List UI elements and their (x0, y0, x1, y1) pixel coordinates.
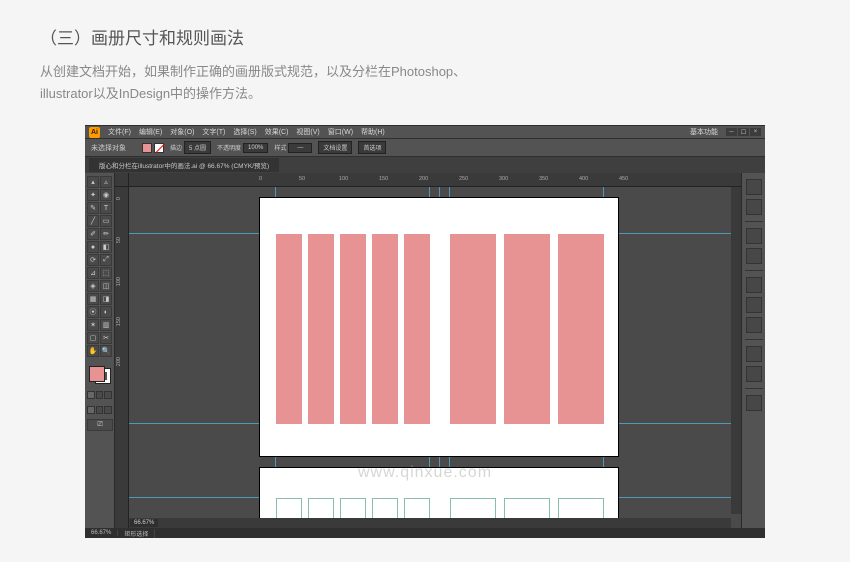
screen-mode-button[interactable]: ⎚ (87, 419, 113, 431)
perspective-tool[interactable]: ◫ (100, 280, 112, 292)
status-tool: 矩形选择 (118, 529, 155, 538)
column-shape[interactable] (404, 234, 430, 424)
width-tool[interactable]: ⊿ (87, 267, 99, 279)
menu-object[interactable]: 对象(O) (170, 127, 194, 137)
swatches-panel-icon[interactable] (746, 199, 762, 215)
color-panel-icon[interactable] (746, 179, 762, 195)
status-zoom[interactable]: 66.67% (85, 530, 118, 536)
color-mode-icon[interactable] (87, 391, 95, 399)
horizontal-scrollbar[interactable]: 66.67% (129, 518, 731, 528)
column-shape[interactable] (450, 234, 496, 424)
menu-help[interactable]: 帮助(H) (361, 127, 385, 137)
ruler-origin[interactable] (115, 173, 129, 187)
close-icon[interactable]: × (750, 128, 761, 136)
draw-inside-icon[interactable] (104, 406, 112, 414)
line-tool[interactable]: ╱ (87, 215, 99, 227)
layers-panel-icon[interactable] (746, 395, 762, 411)
watermark: www.qinxue.com (358, 464, 492, 482)
transparency-panel-icon[interactable] (746, 317, 762, 333)
hand-tool[interactable]: ✋ (87, 345, 99, 357)
menubar: Ai 文件(F) 编辑(E) 对象(O) 文字(T) 选择(S) 效果(C) 视… (85, 125, 765, 139)
pencil-tool[interactable]: ✏ (100, 228, 112, 240)
stroke-panel-icon[interactable] (746, 277, 762, 293)
zoom-level[interactable]: 66.67% (130, 519, 158, 527)
magic-wand-tool[interactable]: ✦ (87, 189, 99, 201)
brushes-panel-icon[interactable] (746, 228, 762, 244)
rectangle-tool[interactable]: ▭ (100, 215, 112, 227)
draw-normal-icon[interactable] (87, 406, 95, 414)
column-shape[interactable] (504, 234, 550, 424)
symbol-sprayer-tool[interactable]: ✶ (87, 319, 99, 331)
appearance-panel-icon[interactable] (746, 346, 762, 362)
selection-tool[interactable]: ▴ (87, 176, 99, 188)
maximize-icon[interactable]: ☐ (738, 128, 749, 136)
fill-stroke-indicator[interactable] (87, 364, 113, 386)
control-bar: 未选择对象 描边 5 点圆 不透明度 100% 样式 — 文档设置 首选项 (85, 139, 765, 157)
artboard-tool[interactable]: ▢ (87, 332, 99, 344)
status-bar: 66.67% 矩形选择 (85, 528, 765, 538)
illustrator-logo-icon: Ai (89, 127, 100, 138)
fill-color-icon[interactable] (89, 366, 105, 382)
mesh-tool[interactable]: ▦ (87, 293, 99, 305)
menu-select[interactable]: 选择(S) (233, 127, 256, 137)
section-heading: （三）画册尺寸和规则画法 (40, 24, 810, 49)
section-description: 从创建文档开始，如果制作正确的画册版式规范，以及分栏在Photoshop、 il… (40, 61, 810, 105)
vertical-scrollbar[interactable] (731, 187, 741, 514)
menu-view[interactable]: 视图(V) (296, 127, 319, 137)
column-shape[interactable] (372, 234, 398, 424)
type-tool[interactable]: T (100, 202, 112, 214)
stroke-control[interactable]: 描边 5 点圆 (170, 141, 211, 154)
menu-window[interactable]: 窗口(W) (328, 127, 353, 137)
menu-effect[interactable]: 效果(C) (265, 127, 289, 137)
gradient-mode-icon[interactable] (96, 391, 104, 399)
blend-tool[interactable]: ◐ (100, 306, 112, 318)
free-transform-tool[interactable]: ⬚ (100, 267, 112, 279)
menu-file[interactable]: 文件(F) (108, 127, 131, 137)
graph-tool[interactable]: ▥ (100, 319, 112, 331)
workspace-preset[interactable]: 基本功能 (690, 127, 718, 137)
horizontal-ruler[interactable]: 0 50 100 150 200 250 300 350 400 450 (129, 173, 741, 187)
gradient-tool[interactable]: ◨ (100, 293, 112, 305)
selection-status: 未选择对象 (91, 143, 126, 153)
shape-builder-tool[interactable]: ◈ (87, 280, 99, 292)
illustrator-window: Ai 文件(F) 编辑(E) 对象(O) 文字(T) 选择(S) 效果(C) 视… (85, 125, 765, 538)
pen-tool[interactable]: ✎ (87, 202, 99, 214)
fill-swatch[interactable] (142, 143, 152, 153)
zoom-tool[interactable]: 🔍 (100, 345, 112, 357)
rotate-tool[interactable]: ⟳ (87, 254, 99, 266)
vertical-ruler[interactable]: 0 50 100 150 200 (115, 187, 129, 528)
style-control[interactable]: 样式 — (274, 143, 312, 153)
slice-tool[interactable]: ✂ (100, 332, 112, 344)
column-shape[interactable] (276, 234, 302, 424)
minimize-icon[interactable]: ─ (726, 128, 737, 136)
doc-setup-button[interactable]: 文档设置 (318, 141, 352, 154)
document-tab[interactable]: 版心和分栏在illustrator中的画法.ai @ 66.67% (CMYK/… (89, 158, 279, 172)
draw-behind-icon[interactable] (96, 406, 104, 414)
artboard-1[interactable] (259, 197, 619, 457)
document-tabs: 版心和分栏在illustrator中的画法.ai @ 66.67% (CMYK/… (85, 157, 765, 173)
stroke-swatch[interactable] (154, 143, 164, 153)
column-shape[interactable] (558, 234, 604, 424)
menu-edit[interactable]: 编辑(E) (139, 127, 162, 137)
blob-brush-tool[interactable]: ● (87, 241, 99, 253)
direct-selection-tool[interactable]: ▵ (100, 176, 112, 188)
column-shape[interactable] (340, 234, 366, 424)
opacity-control[interactable]: 不透明度 100% (217, 143, 268, 153)
tools-panel: ▴▵ ✦◉ ✎T ╱▭ ✐✏ ●◧ ⟳⤢ ⊿⬚ ◈◫ ▦◨ ⦿◐ ✶▥ ▢✂ ✋… (85, 173, 115, 528)
gradient-panel-icon[interactable] (746, 297, 762, 313)
symbols-panel-icon[interactable] (746, 248, 762, 264)
paintbrush-tool[interactable]: ✐ (87, 228, 99, 240)
lasso-tool[interactable]: ◉ (100, 189, 112, 201)
eyedropper-tool[interactable]: ⦿ (87, 306, 99, 318)
panels-dock (741, 173, 765, 528)
preferences-button[interactable]: 首选项 (358, 141, 386, 154)
graphic-styles-panel-icon[interactable] (746, 366, 762, 382)
eraser-tool[interactable]: ◧ (100, 241, 112, 253)
menu-type[interactable]: 文字(T) (202, 127, 225, 137)
column-shape[interactable] (308, 234, 334, 424)
none-mode-icon[interactable] (104, 391, 112, 399)
scale-tool[interactable]: ⤢ (100, 254, 112, 266)
